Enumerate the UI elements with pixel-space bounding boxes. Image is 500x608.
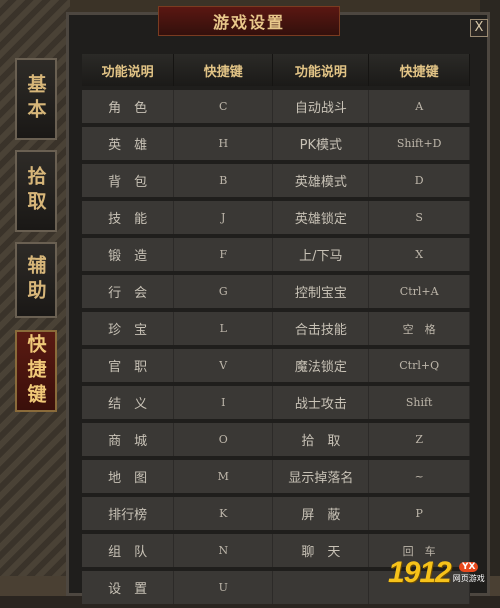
- table-row: 行 会 G 控制宝宝 Ctrl+A: [82, 275, 470, 308]
- function-name-cell: 显示掉落名: [273, 460, 370, 493]
- hotkey-cell: B: [174, 164, 274, 197]
- logo-subtitle: 网页游戏: [452, 574, 485, 583]
- function-name-cell: 拾 取: [273, 423, 370, 456]
- tab-assist[interactable]: 辅助: [15, 242, 57, 318]
- hotkey-cell: C: [174, 90, 274, 123]
- hotkey-cell: Z: [369, 423, 470, 456]
- logo-number: 1912: [388, 556, 452, 589]
- function-name-cell: [273, 571, 370, 604]
- hotkey-cell: D: [369, 164, 470, 197]
- function-name-cell: 上/下马: [273, 238, 370, 271]
- site-logo: 1912 YX 网页游戏: [388, 555, 496, 591]
- hotkey-cell: K: [174, 497, 274, 530]
- hotkey-cell: X: [369, 238, 470, 271]
- tab-pickup-label: 拾取: [24, 166, 47, 216]
- function-name-cell: 自动战斗: [273, 90, 370, 123]
- function-name-cell: 角 色: [82, 90, 175, 123]
- function-name-cell: 聊 天: [273, 534, 370, 567]
- hotkey-cell: I: [174, 386, 274, 419]
- table-row: 锻 造 F 上/下马 X: [82, 238, 470, 271]
- hotkey-cell: M: [174, 460, 274, 493]
- hotkey-cell: ~: [369, 460, 470, 493]
- table-row: 商 城O拾 取Z: [82, 423, 470, 456]
- table-row: 排行榜 K 屏 蔽P: [82, 497, 470, 530]
- function-name-cell: 行 会: [82, 275, 175, 308]
- hotkey-cell: S: [369, 201, 470, 234]
- table-header-row: 功能说明 快捷键 功能说明 快捷键: [82, 54, 470, 86]
- hotkey-cell: Ctrl+Q: [369, 349, 470, 382]
- tab-basic-label: 基本: [24, 74, 47, 124]
- hotkey-cell: Shift+D: [369, 127, 470, 160]
- hotkey-cell: Ctrl+A: [369, 275, 470, 308]
- table-row: 技 能 J 英雄锁定 S: [82, 201, 470, 234]
- function-name-cell: 英 雄: [82, 127, 175, 160]
- hotkey-cell: J: [174, 201, 274, 234]
- hotkey-cell: Shift: [369, 386, 470, 419]
- hotkey-cell: U: [174, 571, 274, 604]
- hotkey-cell: F: [174, 238, 274, 271]
- function-name-cell: 背 包: [82, 164, 175, 197]
- header-function-2: 功能说明: [273, 54, 370, 86]
- logo-yx: YX: [459, 562, 479, 572]
- function-name-cell: 战士攻击: [273, 386, 370, 419]
- header-hotkey-2: 快捷键: [369, 54, 470, 86]
- table-row: 背 包 B 英雄模式 D: [82, 164, 470, 197]
- function-name-cell: 商 城: [82, 423, 175, 456]
- function-name-cell: 锻 造: [82, 238, 175, 271]
- hotkey-cell: N: [174, 534, 274, 567]
- hotkey-cell: G: [174, 275, 274, 308]
- hotkey-cell: V: [174, 349, 274, 382]
- function-name-cell: 组 队: [82, 534, 175, 567]
- function-name-cell: 技 能: [82, 201, 175, 234]
- close-button[interactable]: X: [470, 19, 488, 37]
- function-name-cell: 魔法锁定: [273, 349, 370, 382]
- table-row: 官 职 V 魔法锁定 Ctrl+Q: [82, 349, 470, 382]
- function-name-cell: 屏 蔽: [273, 497, 370, 530]
- function-name-cell: 控制宝宝: [273, 275, 370, 308]
- hotkey-cell: H: [174, 127, 274, 160]
- function-name-cell: 官 职: [82, 349, 175, 382]
- function-name-cell: 英雄模式: [273, 164, 370, 197]
- table-row: 地 图 M 显示掉落名 ~: [82, 460, 470, 493]
- function-name-cell: 排行榜: [82, 497, 175, 530]
- tab-pickup[interactable]: 拾取: [15, 150, 57, 232]
- hotkey-cell: A: [369, 90, 470, 123]
- hotkey-cell: P: [369, 497, 470, 530]
- tab-basic[interactable]: 基本: [15, 58, 57, 140]
- function-name-cell: 结 义: [82, 386, 175, 419]
- function-name-cell: PK模式: [273, 127, 370, 160]
- tab-hotkeys-label: 快捷键: [24, 333, 47, 409]
- hotkey-table: 功能说明 快捷键 功能说明 快捷键 角 色 C 自动战斗 A 英 雄 H PK模式 Shift…: [82, 50, 470, 608]
- function-name-cell: 地 图: [82, 460, 175, 493]
- function-name-cell: 合击技能: [273, 312, 370, 345]
- function-name-cell: 珍 宝: [82, 312, 175, 345]
- function-name-cell: 英雄锁定: [273, 201, 370, 234]
- table-row: 角 色 C 自动战斗 A: [82, 90, 470, 123]
- table-row: 珍 宝 L 合击技能空 格: [82, 312, 470, 345]
- function-name-cell: 设 置: [82, 571, 175, 604]
- header-function-1: 功能说明: [82, 54, 175, 86]
- table-row: 英 雄 H PK模式 Shift+D: [82, 127, 470, 160]
- window-title: 游戏设置: [158, 6, 340, 36]
- tab-hotkeys[interactable]: 快捷键: [15, 330, 57, 412]
- tab-assist-label: 辅助: [24, 255, 47, 305]
- hotkey-cell: L: [174, 312, 274, 345]
- header-hotkey-1: 快捷键: [174, 54, 274, 86]
- hotkey-cell: 空 格: [369, 312, 470, 345]
- logo-badge: YX 网页游戏: [453, 562, 485, 584]
- table-row: 结 义 I 战士攻击 Shift: [82, 386, 470, 419]
- hotkey-cell: O: [174, 423, 274, 456]
